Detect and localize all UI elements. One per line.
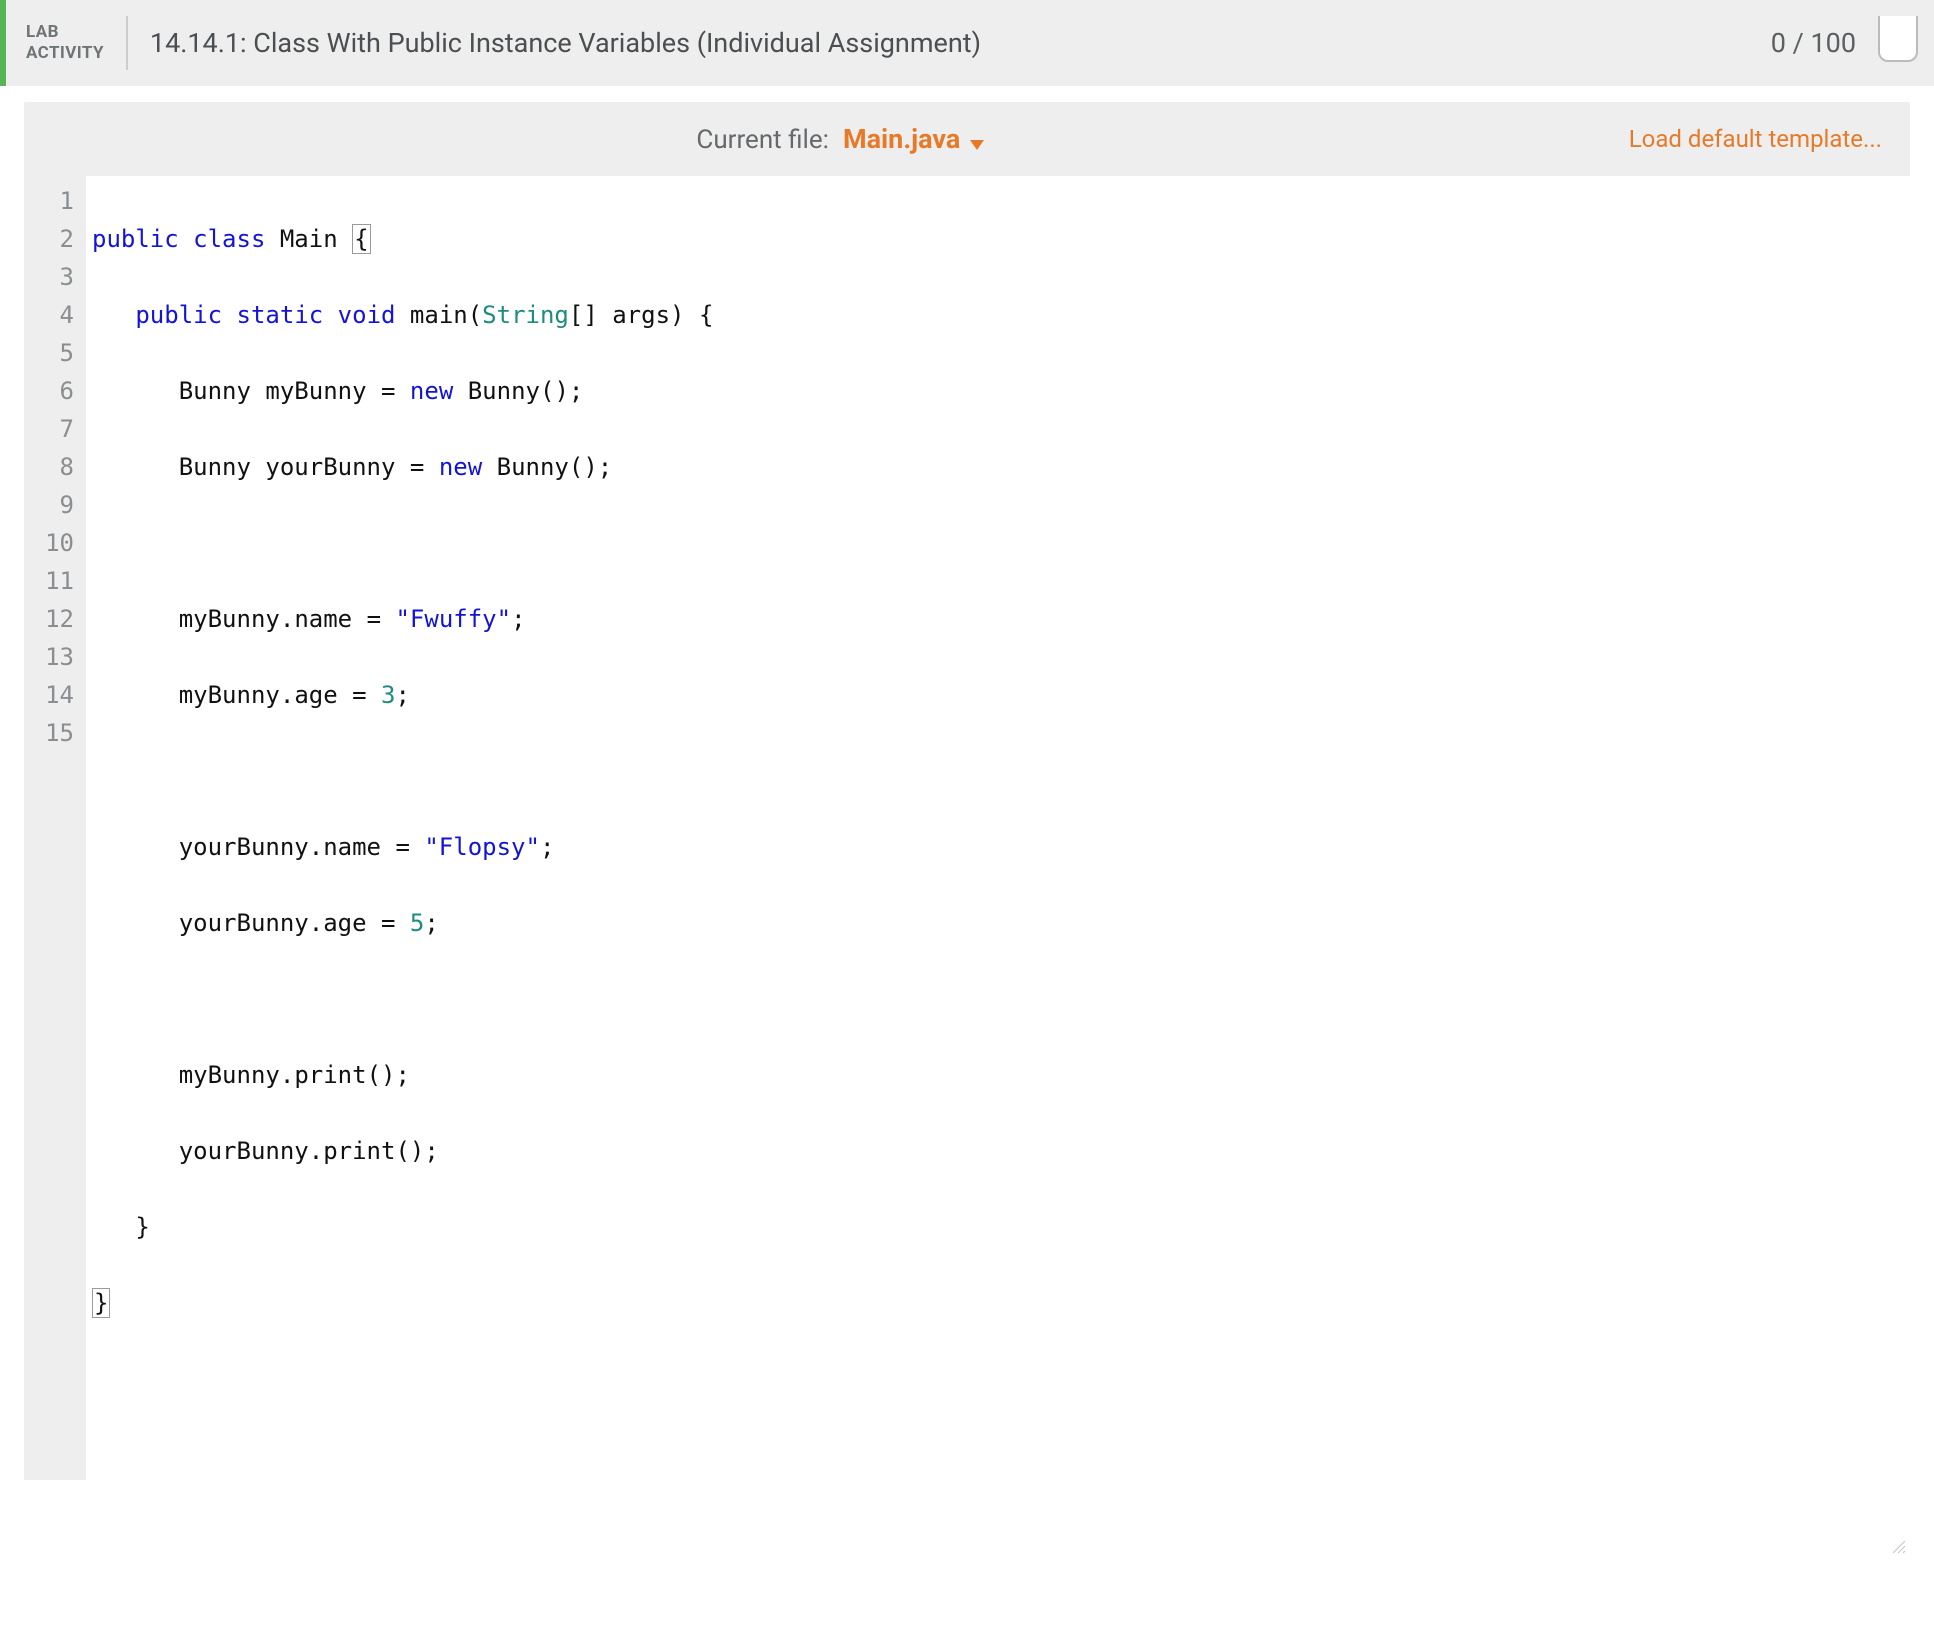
score-display: 0 / 100	[1771, 27, 1856, 59]
code-line: public class Main {	[92, 220, 1902, 258]
current-file-label: Current file:	[696, 125, 829, 155]
code-line: Bunny yourBunny = new Bunny();	[92, 448, 1902, 486]
code-line: public static void main(String[] args) {	[92, 296, 1902, 334]
lab-activity-label: LAB ACTIVITY	[26, 22, 126, 65]
code-line: }	[92, 1208, 1902, 1246]
code-line: myBunny.name = "Fwuffy";	[92, 600, 1902, 638]
bookmark-pocket-icon[interactable]	[1878, 16, 1918, 62]
header-divider	[126, 16, 128, 70]
activity-title: 14.14.1: Class With Public Instance Vari…	[150, 27, 1771, 59]
file-selector-group: Current file: Main.java	[52, 123, 1629, 155]
current-file-name: Main.java	[843, 123, 960, 155]
code-line: Bunny myBunny = new Bunny();	[92, 372, 1902, 410]
code-line: }	[92, 1284, 1902, 1322]
resize-handle-icon[interactable]	[1890, 1462, 1906, 1478]
line-number-gutter: 1 2 3 4 5 6 7 8 9 10 11 12 13 14 15	[24, 176, 86, 1480]
code-line	[92, 752, 1902, 790]
activity-header: LAB ACTIVITY 14.14.1: Class With Public …	[0, 0, 1934, 86]
content-area: Current file: Main.java Load default tem…	[0, 86, 1934, 1480]
code-line: yourBunny.age = 5;	[92, 904, 1902, 942]
editor-panel: Current file: Main.java Load default tem…	[24, 102, 1910, 1480]
code-line: myBunny.age = 3;	[92, 676, 1902, 714]
code-body[interactable]: public class Main { public static void m…	[86, 176, 1910, 1480]
code-line	[92, 980, 1902, 1018]
code-line: myBunny.print();	[92, 1056, 1902, 1094]
app-root: LAB ACTIVITY 14.14.1: Class With Public …	[0, 0, 1934, 1480]
file-toolbar: Current file: Main.java Load default tem…	[24, 102, 1910, 176]
caret-down-icon	[970, 140, 984, 150]
load-default-template-link[interactable]: Load default template...	[1629, 125, 1882, 153]
code-line	[92, 524, 1902, 562]
code-editor[interactable]: 1 2 3 4 5 6 7 8 9 10 11 12 13 14 15 publ…	[24, 176, 1910, 1480]
code-line: yourBunny.name = "Flopsy";	[92, 828, 1902, 866]
file-selector[interactable]: Main.java	[843, 123, 984, 155]
code-line: yourBunny.print();	[92, 1132, 1902, 1170]
